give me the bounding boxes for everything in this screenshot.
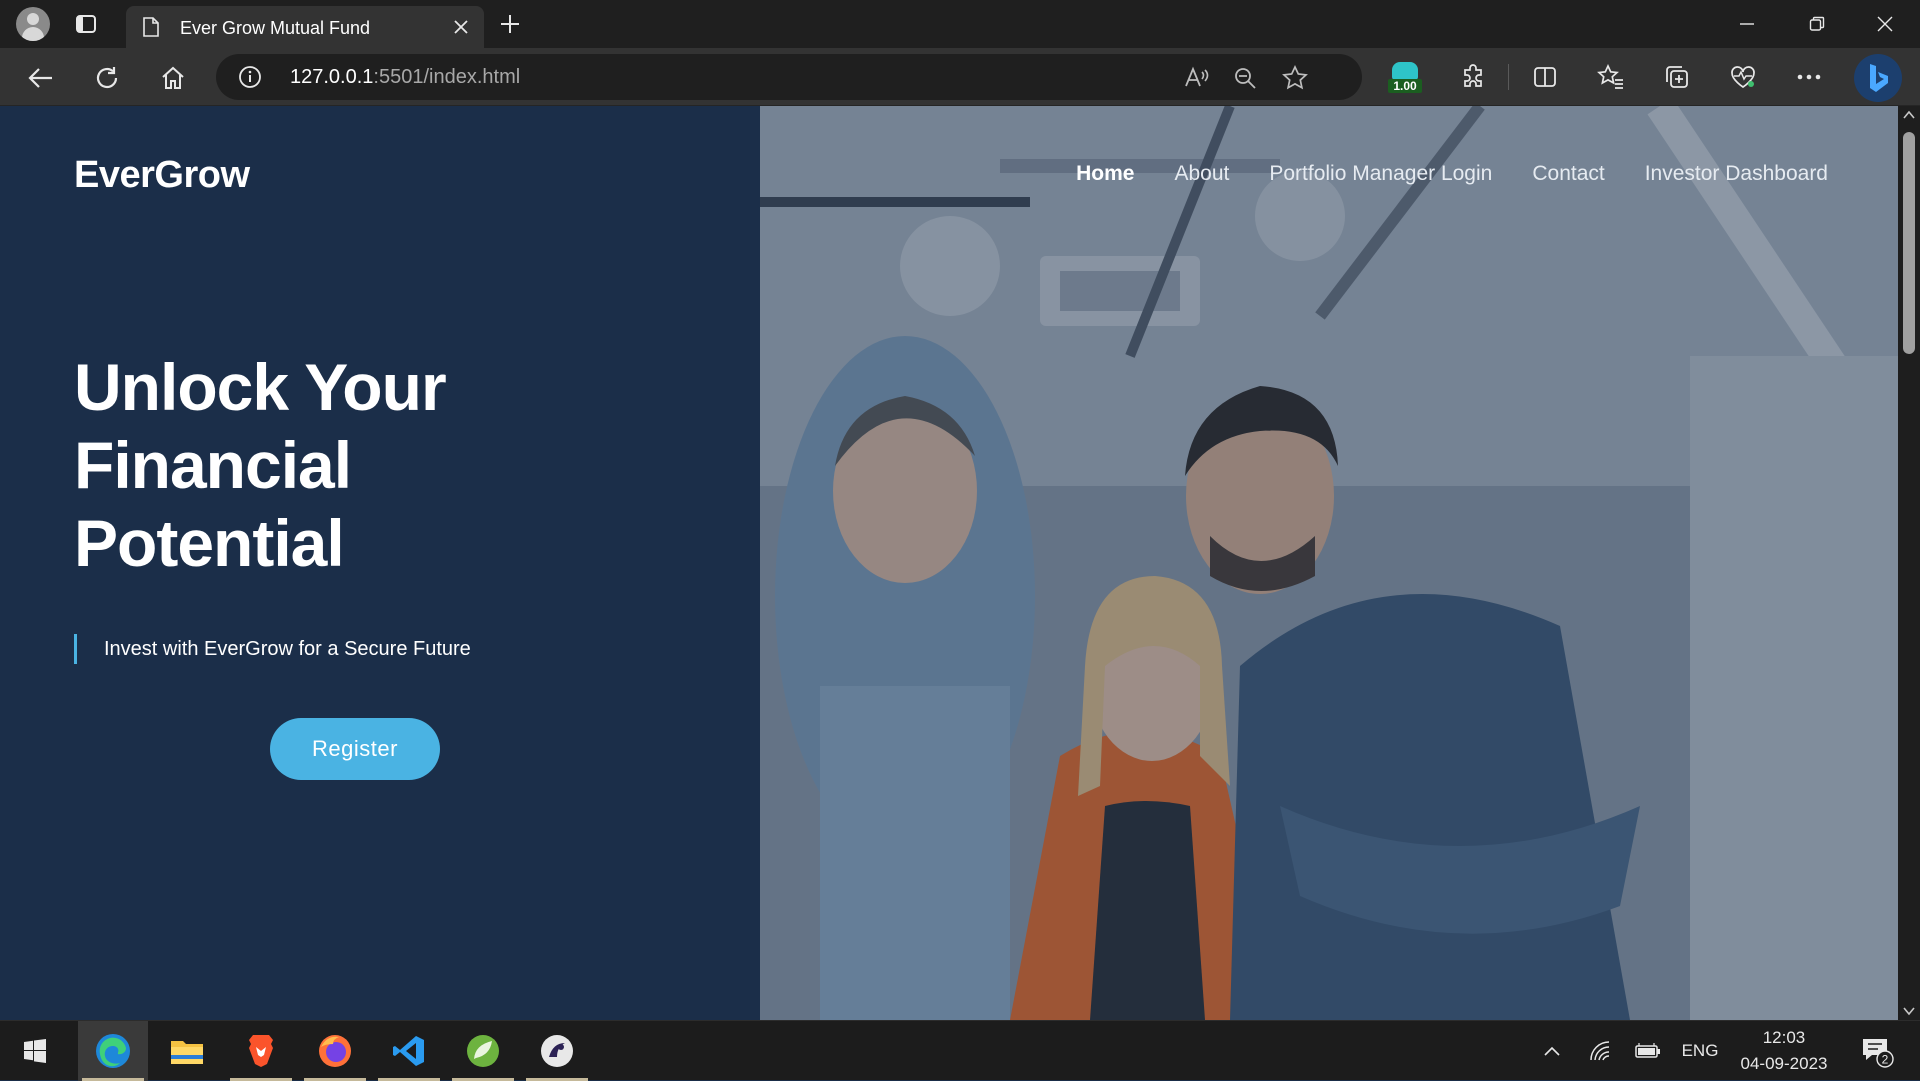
edge-icon[interactable] [78, 1021, 148, 1081]
hero-heading-line: Unlock Your [74, 350, 447, 424]
main-navigation: Home About Portfolio Manager Login Conta… [1076, 162, 1828, 186]
site-logo[interactable]: EverGrow [74, 154, 250, 197]
scroll-up-icon[interactable] [1903, 110, 1915, 120]
tab-actions-icon[interactable] [74, 12, 98, 36]
scrollbar-thumb[interactable] [1903, 132, 1915, 354]
eclipse-icon[interactable] [522, 1021, 592, 1081]
hero-heading: Unlock Your Financial Potential [74, 348, 674, 582]
back-arrow-icon[interactable] [26, 63, 56, 93]
profile-avatar-icon[interactable] [16, 7, 50, 41]
page-viewport: EverGrow Unlock Your Financial Potential… [0, 106, 1898, 1020]
register-button[interactable]: Register [270, 718, 440, 780]
window-close-icon[interactable] [1870, 10, 1900, 38]
collections-icon[interactable] [1662, 62, 1692, 92]
zoom-out-icon[interactable] [1232, 65, 1258, 91]
wifi-icon[interactable] [1582, 1021, 1618, 1081]
input-language[interactable]: ENG [1680, 1021, 1720, 1081]
brave-icon[interactable] [226, 1021, 296, 1081]
nav-home[interactable]: Home [1076, 162, 1134, 186]
nav-contact[interactable]: Contact [1532, 162, 1604, 186]
hero-heading-line: Potential [74, 506, 345, 580]
notification-center-icon[interactable]: 2 [1852, 1021, 1902, 1081]
extension-badge-value: 1.00 [1388, 79, 1422, 93]
toolbar-separator [1508, 64, 1509, 90]
settings-more-icon[interactable] [1794, 62, 1824, 92]
hero-photo: Home About Portfolio Manager Login Conta… [760, 106, 1898, 1020]
tab-title: Ever Grow Mutual Fund [180, 18, 371, 38]
browser-tab-bar: Ever Grow Mutual Fund [0, 0, 1920, 48]
extension-badge-icon[interactable]: 1.00 [1388, 60, 1422, 94]
restore-icon[interactable] [1802, 10, 1832, 38]
vscode-icon[interactable] [374, 1021, 444, 1081]
hero-subtitle: Invest with EverGrow for a Secure Future [74, 634, 471, 664]
home-icon[interactable] [158, 63, 188, 93]
site-info-icon[interactable] [238, 65, 262, 89]
favorite-star-icon[interactable] [1282, 65, 1308, 91]
hero-heading-line: Financial [74, 428, 352, 502]
scroll-down-icon[interactable] [1903, 1006, 1915, 1016]
reload-icon[interactable] [92, 63, 122, 93]
browser-toolbar: 127.0.0.1:5501/index.html 1.00 [0, 48, 1920, 106]
nav-investor-dashboard[interactable]: Investor Dashboard [1645, 162, 1828, 186]
windows-taskbar: ENG 12:03 04-09-2023 2 [0, 1020, 1920, 1081]
firefox-icon[interactable] [300, 1021, 370, 1081]
address-bar[interactable]: 127.0.0.1:5501/index.html [216, 54, 1362, 100]
read-aloud-icon[interactable] [1184, 65, 1210, 91]
windows-start-icon[interactable] [0, 1021, 70, 1081]
page-icon [142, 17, 160, 37]
clock-time: 12:03 [1762, 1028, 1806, 1047]
clock-date: 04-09-2023 [1740, 1054, 1828, 1073]
hero-left-panel: EverGrow Unlock Your Financial Potential… [0, 106, 760, 1020]
photo-overlay [760, 106, 1898, 1020]
close-tab-icon[interactable] [448, 14, 474, 40]
notification-count: 2 [1882, 1053, 1889, 1067]
page-scrollbar[interactable] [1898, 106, 1920, 1020]
url-text[interactable]: 127.0.0.1:5501/index.html [290, 66, 520, 89]
new-tab-icon[interactable] [496, 10, 524, 38]
split-screen-icon[interactable] [1530, 62, 1560, 92]
favorites-icon[interactable] [1596, 62, 1626, 92]
browser-essentials-icon[interactable] [1728, 62, 1758, 92]
minimize-icon[interactable] [1732, 10, 1762, 38]
system-clock[interactable]: 12:03 04-09-2023 [1734, 1021, 1834, 1081]
nav-about[interactable]: About [1174, 162, 1229, 186]
nav-portfolio-manager-login[interactable]: Portfolio Manager Login [1269, 162, 1492, 186]
file-explorer-icon[interactable] [152, 1021, 222, 1081]
spring-tools-icon[interactable] [448, 1021, 518, 1081]
bing-copilot-icon[interactable] [1854, 54, 1902, 102]
battery-icon[interactable] [1630, 1021, 1666, 1081]
browser-tab[interactable]: Ever Grow Mutual Fund [126, 6, 484, 48]
show-hidden-icons-chevron-icon[interactable] [1534, 1021, 1570, 1081]
extensions-icon[interactable] [1458, 62, 1488, 92]
